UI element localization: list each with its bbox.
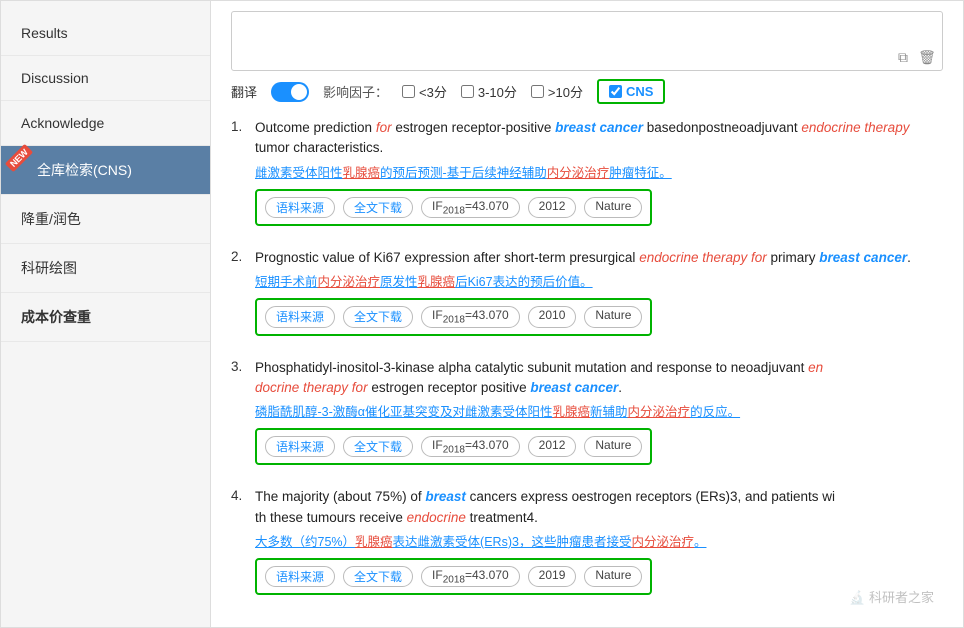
toggle-track[interactable] (271, 82, 309, 102)
sidebar-item-chart[interactable]: 科研绘图 (1, 244, 210, 293)
sidebar-item-edit[interactable]: 降重/润色 (1, 195, 210, 244)
tag-year-1: 2012 (528, 197, 577, 218)
tag-journal-3: Nature (584, 436, 642, 457)
lt3-filter[interactable]: <3分 (402, 82, 447, 101)
tag-source-3[interactable]: 语料来源 (265, 436, 335, 457)
tag-if-4: IF2018=43.070 (421, 566, 520, 587)
tag-source-2[interactable]: 语料来源 (265, 306, 335, 327)
tag-year-3: 2012 (528, 436, 577, 457)
copy-icon[interactable]: ⧉ (894, 48, 912, 66)
translate-toggle[interactable] (271, 82, 309, 102)
tag-if-1: IF2018=43.070 (421, 197, 520, 218)
result-cn-4: 大多数（约75%）乳腺癌表达雌激素受体(ERs)3，这些肿瘤患者接受内分泌治疗。 (255, 532, 943, 552)
result-item-2: Prognostic value of Ki67 expression afte… (231, 248, 943, 336)
tag-source-4[interactable]: 语料来源 (265, 566, 335, 587)
lt3-checkbox[interactable] (402, 85, 415, 98)
result-title-4: The majority (about 75%) of breast cance… (255, 487, 943, 528)
sidebar-item-cns[interactable]: NEW 全库检索(CNS) (1, 146, 210, 195)
tag-journal-2: Nature (584, 306, 642, 327)
cns-checkbox[interactable] (609, 85, 622, 98)
text-input-icons: ⧉ 🗑 (894, 48, 936, 66)
tag-year-4: 2019 (528, 566, 577, 587)
gt10-checkbox[interactable] (531, 85, 544, 98)
sidebar-item-acknowledge[interactable]: Acknowledge (1, 101, 210, 146)
result-item-4: The majority (about 75%) of breast cance… (231, 487, 943, 595)
main-content: ⧉ 🗑 翻译 影响因子： <3分 3-10分 >10分 (211, 1, 963, 627)
result-item-1: Outcome prediction for estrogen receptor… (231, 118, 943, 226)
result-tags-1: 语料来源 全文下载 IF2018=43.070 2012 Nature (255, 189, 652, 226)
tag-journal-4: Nature (584, 566, 642, 587)
tag-year-2: 2010 (528, 306, 577, 327)
result-title-2: Prognostic value of Ki67 expression afte… (255, 248, 943, 268)
result-body-1: Outcome prediction for estrogen receptor… (255, 118, 943, 226)
tag-fulltext-1[interactable]: 全文下载 (343, 197, 413, 218)
result-item-3: Phosphatidyl-inositol-3-kinase alpha cat… (231, 358, 943, 466)
toggle-thumb (291, 84, 307, 100)
result-body-4: The majority (about 75%) of breast cance… (255, 487, 943, 595)
tag-if-2: IF2018=43.070 (421, 306, 520, 327)
result-title-1: Outcome prediction for estrogen receptor… (255, 118, 943, 159)
cns-filter[interactable]: CNS (597, 79, 665, 104)
tag-if-3: IF2018=43.070 (421, 436, 520, 457)
result-cn-2: 短期手术前内分泌治疗原发性乳腺癌后Ki67表达的预后价值。 (255, 272, 943, 292)
trash-icon[interactable]: 🗑 (918, 48, 936, 66)
result-tags-3: 语料来源 全文下载 IF2018=43.070 2012 Nature (255, 428, 652, 465)
sidebar-item-discussion[interactable]: Discussion (1, 56, 210, 101)
range-filter[interactable]: 3-10分 (461, 82, 517, 101)
tag-fulltext-3[interactable]: 全文下载 (343, 436, 413, 457)
tag-journal-1: Nature (584, 197, 642, 218)
result-body-2: Prognostic value of Ki67 expression afte… (255, 248, 943, 336)
range-checkbox[interactable] (461, 85, 474, 98)
result-cn-3: 磷脂酰肌醇-3-激酶α催化亚基突变及对雌激素受体阳性乳腺癌新辅助内分泌治疗的反应… (255, 402, 943, 422)
result-tags-4: 语料来源 全文下载 IF2018=43.070 2019 Nature (255, 558, 652, 595)
tag-fulltext-2[interactable]: 全文下载 (343, 306, 413, 327)
sidebar-item-cost[interactable]: 成本价查重 (1, 293, 210, 342)
gt10-filter[interactable]: >10分 (531, 82, 583, 101)
translate-label: 翻译 (231, 82, 257, 101)
impact-label: 影响因子： (323, 82, 388, 101)
result-title-3: Phosphatidyl-inositol-3-kinase alpha cat… (255, 358, 943, 399)
tag-source-1[interactable]: 语料来源 (265, 197, 335, 218)
result-cn-1: 雌激素受体阳性乳腺癌的预后预测-基于后续神经辅助内分泌治疗肿瘤特征。 (255, 163, 943, 183)
results-list: Outcome prediction for estrogen receptor… (231, 118, 943, 595)
result-body-3: Phosphatidyl-inositol-3-kinase alpha cat… (255, 358, 943, 466)
text-input-area[interactable]: ⧉ 🗑 (231, 11, 943, 71)
result-tags-2: 语料来源 全文下载 IF2018=43.070 2010 Nature (255, 298, 652, 335)
sidebar-item-results[interactable]: Results (1, 11, 210, 56)
tag-fulltext-4[interactable]: 全文下载 (343, 566, 413, 587)
sidebar: Results Discussion Acknowledge NEW 全库检索(… (1, 1, 211, 627)
filter-bar: 翻译 影响因子： <3分 3-10分 >10分 CNS (231, 79, 943, 104)
